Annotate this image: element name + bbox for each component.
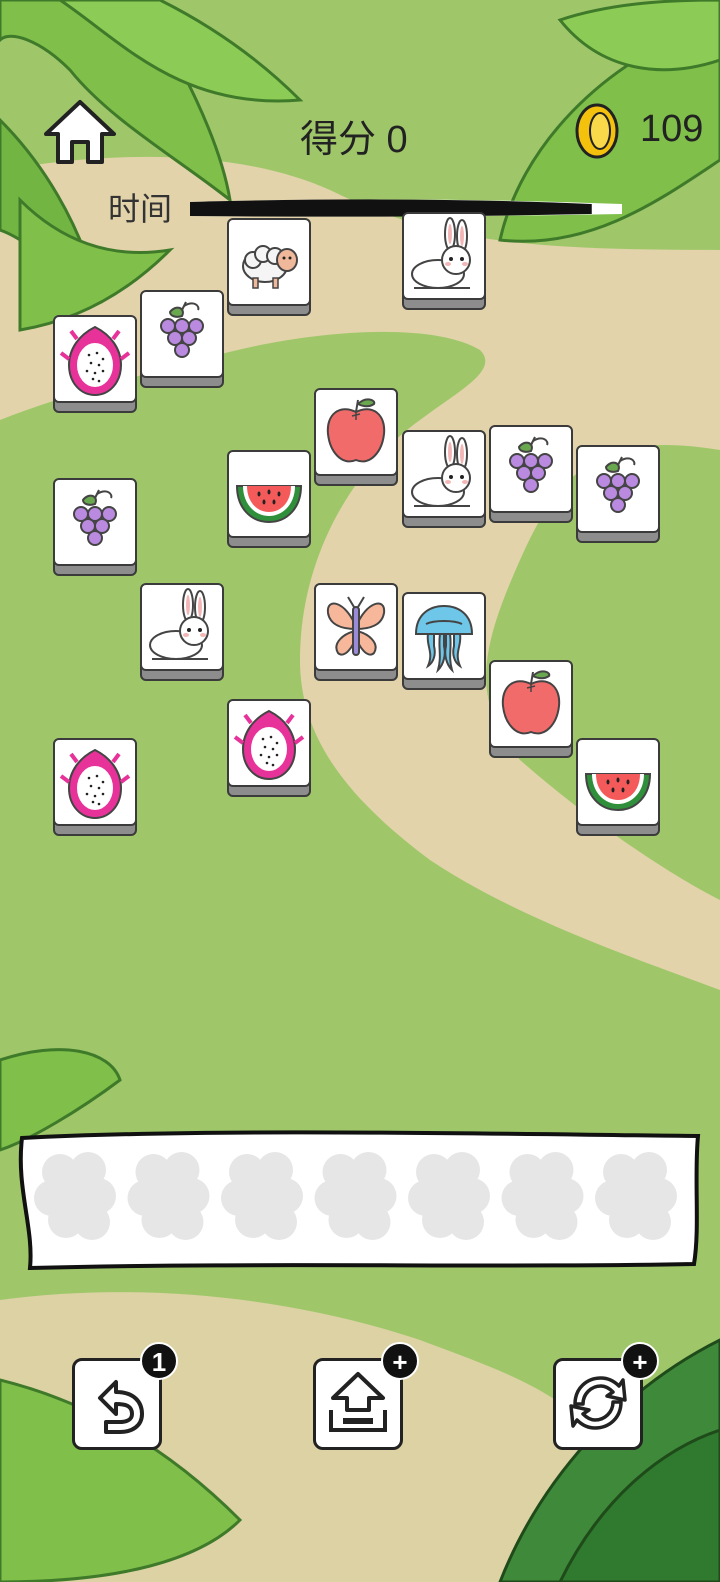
tile-dragonfruit-3[interactable] [53,738,141,838]
tile-watermelon-1[interactable] [227,450,315,550]
tile-sheep-1[interactable] [227,218,315,318]
coin-count: 109 [640,108,704,150]
home-icon [44,100,116,164]
apple-icon [326,398,386,463]
rabbit-icon [411,435,471,507]
tile-rabbit-3[interactable] [140,583,228,683]
move-out-plus-badge: + [381,1342,419,1380]
grapes-icon [596,456,640,513]
move-out-icon [329,1372,387,1432]
tile-slot-bar [14,1128,704,1276]
shuffle-plus-badge: + [621,1342,659,1380]
shuffle-button[interactable]: + [553,1342,659,1452]
home-button[interactable] [40,96,120,168]
rabbit-icon [411,217,471,289]
dragonfruit-icon [59,748,131,820]
undo-count-badge: 1 [140,1342,178,1380]
shuffle-icon [569,1376,627,1430]
jellyfish-icon [414,604,474,674]
tile-grape-1[interactable] [140,290,228,390]
time-label: 时间 [108,191,173,227]
grapes-icon [73,489,117,546]
tile-dragonfruit-1[interactable] [53,315,141,415]
rabbit-icon [149,588,209,660]
dragonfruit-icon [233,709,305,781]
sheep-icon [242,245,298,289]
undo-button[interactable]: 1 [72,1342,178,1452]
undo-icon [98,1380,144,1434]
tile-apple-2[interactable] [489,660,577,760]
tile-grape-2[interactable] [489,425,577,525]
apple-icon [501,670,561,735]
tile-watermelon-2[interactable] [576,738,664,838]
score-display: 得分 0 [300,119,408,161]
move-out-button[interactable]: + [313,1342,419,1452]
tile-apple-1[interactable] [314,388,402,488]
watermelon-icon [235,485,303,524]
tile-rabbit-2[interactable] [402,430,490,530]
tile-butterfly-1[interactable] [314,583,402,683]
tile-jellyfish-1[interactable] [402,592,490,692]
tile-dragonfruit-2[interactable] [227,699,315,799]
coin-icon [574,102,620,160]
dragonfruit-icon [59,325,131,397]
watermelon-icon [584,773,652,812]
grapes-icon [160,301,204,358]
tile-grape-3[interactable] [576,445,664,545]
grapes-icon [509,436,553,493]
tile-rabbit-1[interactable] [402,212,490,312]
butterfly-icon [326,596,386,656]
tile-grape-4[interactable] [53,478,141,578]
